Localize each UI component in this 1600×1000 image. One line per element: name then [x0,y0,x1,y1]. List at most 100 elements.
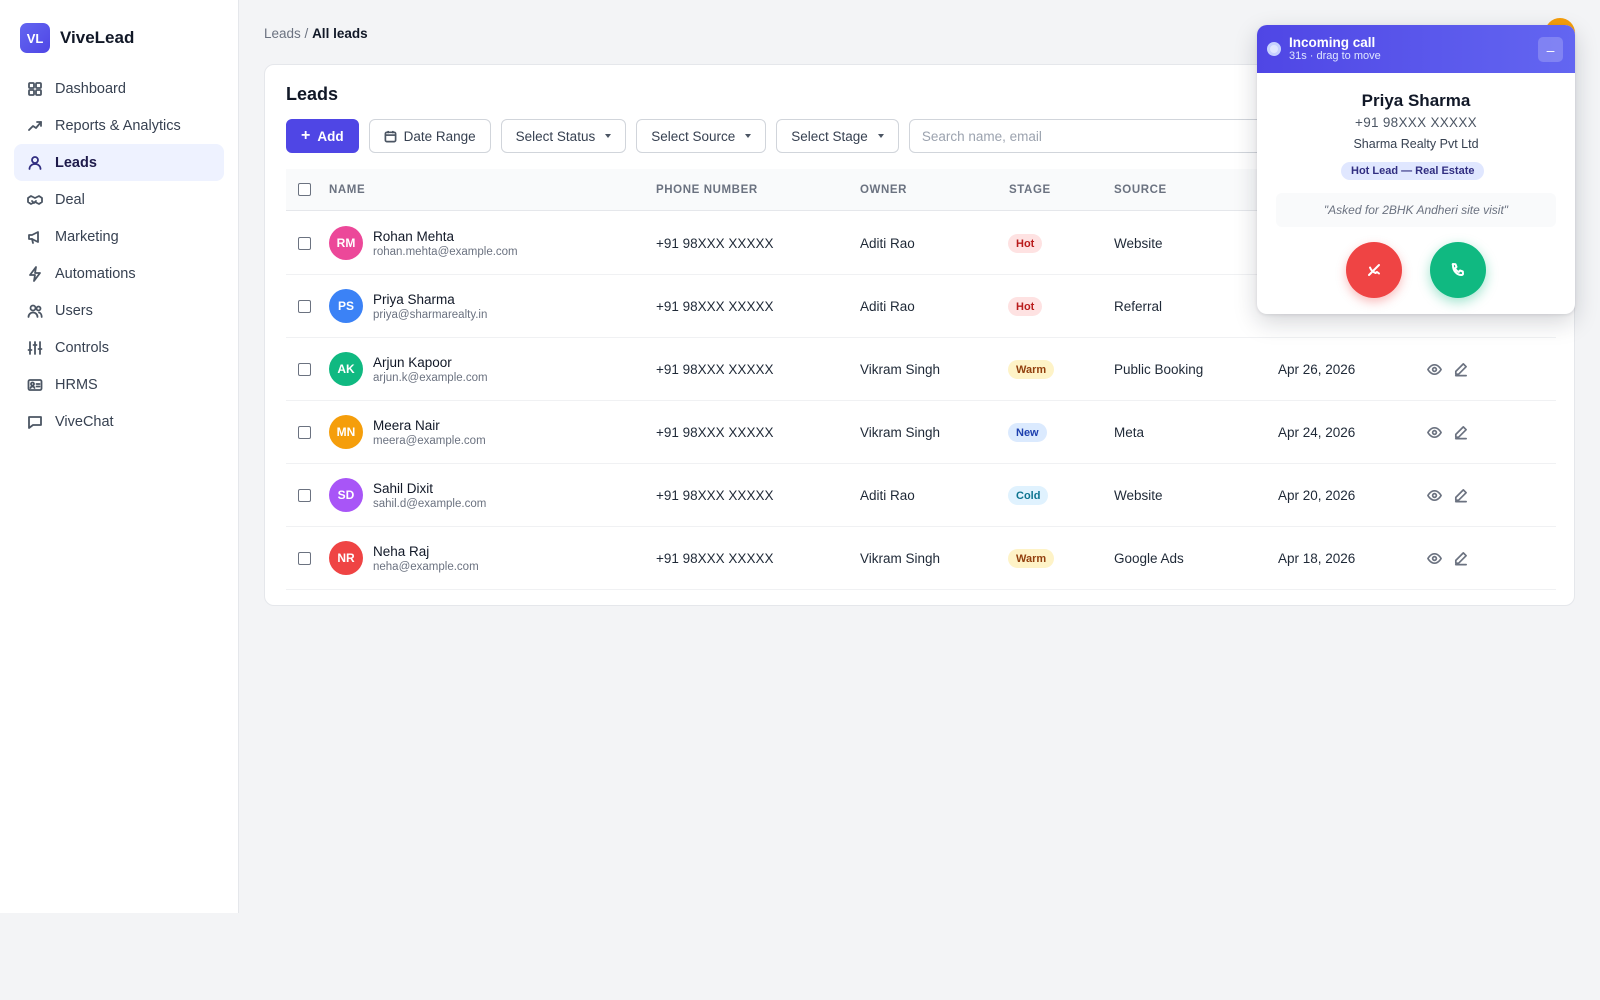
lead-name[interactable]: Neha Raj [373,544,429,559]
caller-note: "Asked for 2BHK Andheri site visit" [1276,193,1556,227]
add-label: Add [317,128,344,144]
lead-source: Meta [1114,425,1145,440]
edit-pencil-icon[interactable] [1451,486,1469,504]
status-select[interactable]: Select Status [500,119,627,153]
brand[interactable]: VL ViveLead [20,20,238,56]
lead-owner: Vikram Singh [860,551,941,566]
lead-owner: Aditi Rao [860,488,915,503]
column-header-stage[interactable]: STAGE [1009,184,1051,196]
column-header-source[interactable]: SOURCE [1114,184,1167,196]
handshake-icon [26,191,43,208]
lead-phone: +91 98XXX XXXXX [656,236,774,251]
edit-pencil-icon[interactable] [1451,549,1469,567]
sidebar-item-deal[interactable]: Deal [14,181,224,218]
lead-date: Apr 26, 2026 [1278,362,1356,377]
plus-icon: + [301,127,311,144]
sidebar-item-reports[interactable]: Reports & Analytics [14,107,224,144]
lead-tag-badge: Hot Lead — Real Estate [1341,162,1485,180]
call-header[interactable]: Incoming call 31s · drag to move – [1257,25,1575,73]
call-subtitle: 31s · drag to move [1289,50,1381,62]
avatar: RM [329,226,363,260]
date-range-button[interactable]: Date Range [368,119,491,153]
sidebar-item-users[interactable]: Users [14,292,224,329]
sidebar-item-controls[interactable]: Controls [14,329,224,366]
lead-email: arjun.k@example.com [373,372,488,384]
lead-source: Website [1114,488,1163,503]
breadcrumb-separator: / [300,26,313,41]
sidebar-item-hrms[interactable]: HRMS [14,366,224,403]
breadcrumb-parent[interactable]: Leads [264,26,301,41]
lead-name[interactable]: Priya Sharma [373,292,455,307]
sidebar-nav: Dashboard Reports & Analytics Leads Deal… [0,70,238,440]
lead-phone: +91 98XXX XXXXX [656,551,774,566]
select-all-checkbox[interactable] [298,183,311,196]
caret-down-icon [745,134,752,138]
sidebar-item-label: Leads [55,154,97,171]
minimize-button[interactable]: – [1538,37,1563,62]
source-select[interactable]: Select Source [636,119,767,153]
caller-name: Priya Sharma [1361,91,1471,110]
stage-badge: New [1008,423,1047,442]
id-card-icon [26,376,43,393]
sidebar-item-label: Deal [55,191,85,208]
table-row[interactable]: AK Arjun Kapoor arjun.k@example.com +91 98X… [286,338,1556,401]
sliders-icon [26,339,43,356]
caller-phone: +91 98XXX XXXXX [1355,115,1477,130]
sidebar-item-dashboard[interactable]: Dashboard [14,70,224,107]
caret-down-icon [877,134,884,138]
lightning-icon [26,265,43,282]
lead-name[interactable]: Meera Nair [373,418,440,433]
row-checkbox[interactable] [298,237,311,250]
lead-name[interactable]: Sahil Dixit [373,481,433,496]
lead-source: Website [1114,236,1163,251]
sidebar-item-leads[interactable]: Leads [14,144,224,181]
lead-source: Google Ads [1114,551,1184,566]
breadcrumb: Leads / All leads [264,26,368,41]
stage-badge: Hot [1008,234,1043,253]
lead-owner: Vikram Singh [860,362,941,377]
view-eye-icon[interactable] [1425,360,1443,378]
column-header-phone[interactable]: PHONE NUMBER [656,184,758,196]
sidebar-item-automations[interactable]: Automations [14,255,224,292]
avatar: MN [329,415,363,449]
sidebar-item-vivechat[interactable]: ViveChat [14,403,224,440]
view-eye-icon[interactable] [1425,423,1443,441]
sidebar: VL ViveLead Dashboard Reports & Analytic… [0,0,239,913]
sidebar-item-label: Reports & Analytics [55,117,181,134]
incoming-call-popup[interactable]: Incoming call 31s · drag to move – Priya… [1257,25,1575,314]
column-header-owner[interactable]: OWNER [860,184,907,196]
table-row[interactable]: MN Meera Nair meera@example.com +91 98XXX X… [286,401,1556,464]
lead-name[interactable]: Rohan Mehta [373,229,454,244]
calendar-icon [384,130,397,142]
row-checkbox[interactable] [298,363,311,376]
lead-phone: +91 98XXX XXXXX [656,299,774,314]
source-select-label: Select Source [651,128,736,144]
row-checkbox[interactable] [298,552,311,565]
table-row[interactable]: NR Neha Raj neha@example.com +91 98XXX XXXX… [286,527,1556,590]
edit-pencil-icon[interactable] [1451,360,1469,378]
row-checkbox[interactable] [298,426,311,439]
recording-dot-icon [1267,42,1281,56]
accept-call-button[interactable] [1430,242,1486,298]
lead-owner: Aditi Rao [860,299,915,314]
lead-owner: Vikram Singh [860,425,941,440]
row-checkbox[interactable] [298,300,311,313]
avatar: AK [329,352,363,386]
sidebar-item-label: Marketing [55,228,119,245]
stage-select[interactable]: Select Stage [776,119,899,153]
column-header-name[interactable]: NAME [329,184,365,196]
lead-phone: +91 98XXX XXXXX [656,362,774,377]
add-lead-button[interactable]: + Add [286,119,359,153]
status-select-label: Select Status [515,128,596,144]
lead-phone: +91 98XXX XXXXX [656,425,774,440]
view-eye-icon[interactable] [1425,486,1443,504]
stage-badge: Warm [1008,549,1055,568]
decline-call-button[interactable] [1346,242,1402,298]
sidebar-item-marketing[interactable]: Marketing [14,218,224,255]
search-input[interactable] [908,119,1269,153]
view-eye-icon[interactable] [1425,549,1443,567]
table-row[interactable]: SD Sahil Dixit sahil.d@example.com +91 98XX… [286,464,1556,527]
edit-pencil-icon[interactable] [1451,423,1469,441]
lead-name[interactable]: Arjun Kapoor [373,355,452,370]
row-checkbox[interactable] [298,489,311,502]
